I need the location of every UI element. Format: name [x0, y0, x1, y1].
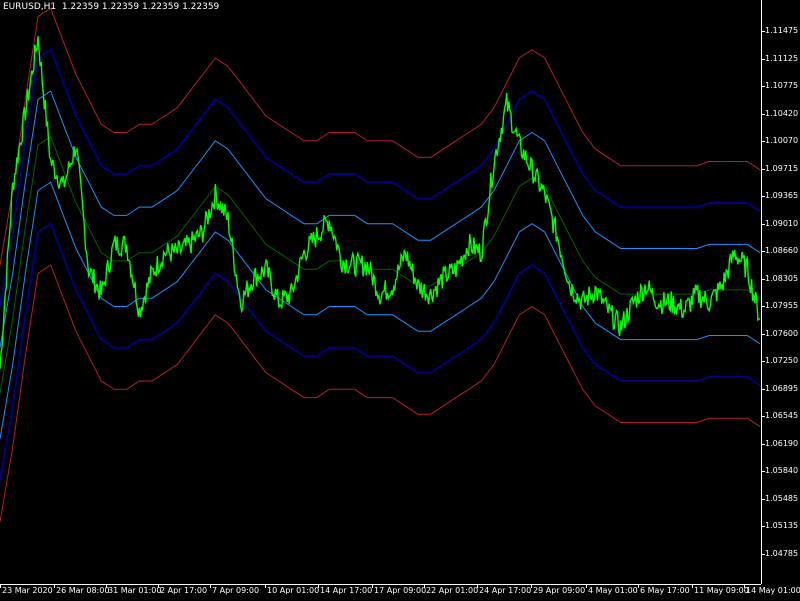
price-tick-label: 1.06895	[761, 383, 799, 393]
price-tick-label: 1.05840	[761, 466, 799, 475]
lower-inner-band	[0, 181, 761, 440]
chart-svg	[0, 7, 761, 522]
lower-mid-band	[0, 222, 761, 481]
time-tick-label: 6 May 17:00	[638, 585, 690, 595]
time-tick-label: 14 May 01:00	[744, 585, 800, 595]
time-tick-label: 17 Apr 09:00	[371, 585, 427, 595]
time-tick-label: 2 Apr 17:00	[157, 585, 208, 595]
price-tick-label: 1.05135	[761, 521, 799, 530]
time-tick-label: 14 Apr 17:00	[317, 585, 373, 595]
time-tick-label: 4 May 01:00	[586, 585, 638, 595]
upper-mid-band	[0, 48, 761, 307]
price-tick-label: 1.10775	[761, 81, 799, 90]
price-tick-label: 1.06545	[761, 411, 799, 420]
price-tick-label: 1.09010	[761, 218, 799, 228]
price-tick-label: 1.05485	[761, 493, 799, 503]
upper-outer-band	[0, 7, 761, 266]
price-tick-label: 1.07955	[761, 301, 799, 310]
chart-window[interactable]: EURUSD,H1 1.22359 1.22359 1.22359 1.2235…	[0, 0, 800, 600]
price-tick-label: 1.10420	[761, 108, 799, 118]
time-tick-label: 31 Mar 01:00	[105, 585, 162, 595]
price-tick-label: 1.08305	[761, 273, 799, 283]
time-tick-label: 11 May 09:00	[692, 585, 749, 595]
price-chart[interactable]: EURUSD,H1 1.22359 1.22359 1.22359 1.2235…	[0, 0, 761, 584]
time-tick-label: 22 Apr 01:00	[423, 585, 479, 595]
symbol-header: EURUSD,H1 1.22359 1.22359 1.22359 1.2235…	[3, 2, 220, 12]
time-tick-label: 24 Apr 17:00	[476, 585, 532, 595]
price-tick-label: 1.08660	[761, 246, 799, 255]
time-tick-label: 10 Apr 01:00	[264, 585, 320, 595]
time-tick-label: 23 Mar 2020	[0, 585, 53, 595]
time-tick-label: 26 Mar 08:00	[53, 585, 110, 595]
time-tick-label: 7 Apr 09:00	[209, 585, 260, 595]
price-tick-label: 1.11125	[761, 53, 799, 63]
price-tick-label: 1.07600	[761, 328, 799, 338]
price-tick-label: 1.07250	[761, 356, 799, 365]
price-tick-label: 1.11475	[761, 26, 799, 35]
price-tick-label: 1.10070	[761, 136, 799, 145]
price-tick-label: 1.09365	[761, 191, 799, 200]
price-tick-label: 1.09715	[761, 163, 799, 173]
upper-inner-band	[0, 90, 761, 348]
time-tick-label: 29 Apr 09:00	[530, 585, 586, 595]
time-axis[interactable]: 23 Mar 2020 26 Mar 08:00 31 Mar 01:00 2 Apr…	[0, 584, 800, 601]
price-tick-label: 1.04785	[761, 548, 799, 558]
price-line	[0, 36, 761, 369]
middle-band	[0, 135, 761, 394]
price-axis[interactable]: 1.11475 1.11125 1.10775 1.10420 1.10070 1.097…	[761, 0, 800, 584]
price-tick-label: 1.06190	[761, 438, 799, 448]
